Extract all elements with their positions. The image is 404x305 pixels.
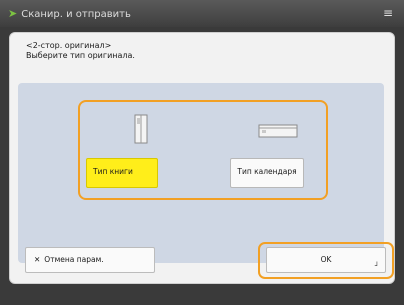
title-bar: ➤ Сканир. и отправить ≡ xyxy=(0,0,404,27)
hamburger-menu-icon[interactable]: ≡ xyxy=(378,4,398,22)
close-icon: ✕ xyxy=(34,255,41,264)
book-type-button[interactable]: Тип книги xyxy=(86,158,158,188)
dialog-message: <2-стор. оригинал> Выберите тип оригинал… xyxy=(26,41,135,61)
dialog-instruction: Выберите тип оригинала. xyxy=(26,51,135,60)
confirm-corner-icon: ┘ xyxy=(374,262,379,270)
dialog-subtitle: <2-стор. оригинал> xyxy=(26,41,112,50)
calendar-original-icon xyxy=(258,124,298,138)
ok-button[interactable]: OK ┘ xyxy=(266,247,386,273)
cancel-settings-button[interactable]: ✕ Отмена парам. xyxy=(25,247,155,273)
app-title: ➤ Сканир. и отправить xyxy=(8,7,131,20)
book-original-icon xyxy=(134,114,148,144)
calendar-type-button[interactable]: Тип календаря xyxy=(230,158,304,188)
send-icon: ➤ xyxy=(8,7,18,20)
